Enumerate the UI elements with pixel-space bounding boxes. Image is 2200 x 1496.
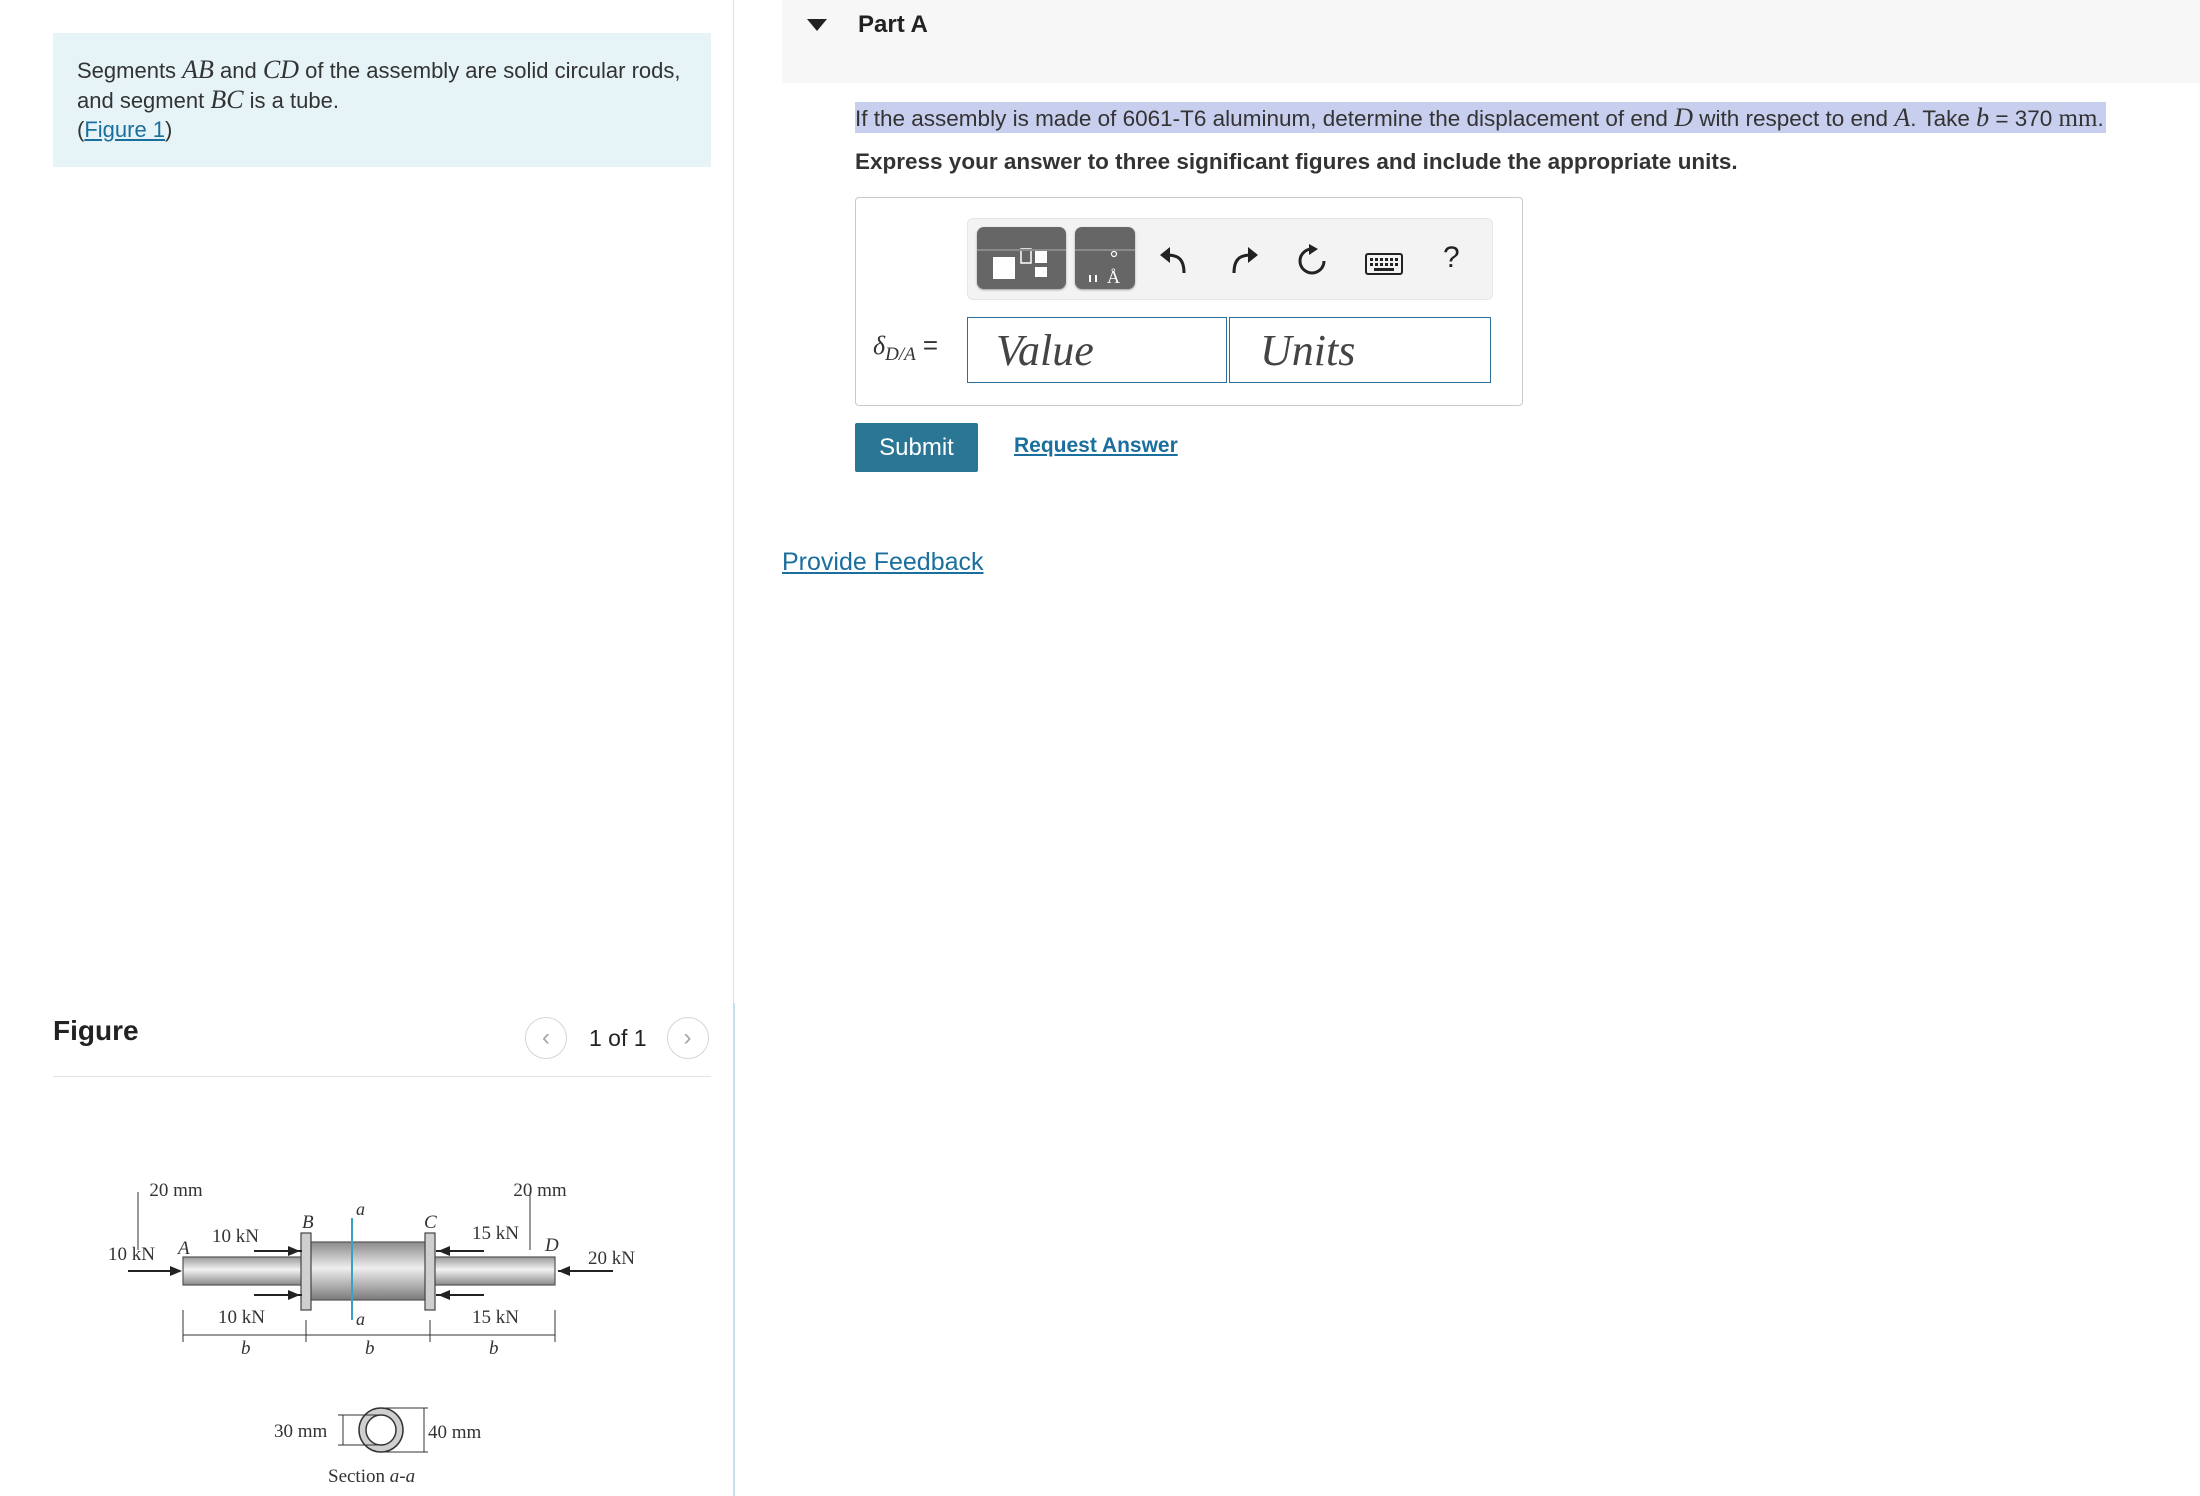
question-fragment: . Take bbox=[1910, 106, 1977, 131]
rod-cd bbox=[432, 1256, 556, 1286]
force-ab-top-label: 10 kN bbox=[212, 1226, 259, 1247]
part-title[interactable]: Part A bbox=[858, 11, 928, 39]
question-fragment: If the assembly is made of 6061-T6 alumi… bbox=[855, 106, 1675, 131]
provide-feedback-link[interactable]: Provide Feedback bbox=[782, 548, 984, 577]
rod-ab bbox=[182, 1256, 304, 1286]
figure-heading: Figure bbox=[53, 1015, 139, 1046]
point-c-label: C bbox=[424, 1212, 437, 1233]
units-button[interactable]: Å bbox=[1075, 227, 1135, 289]
section-caption-name: a-a bbox=[390, 1466, 415, 1487]
figure-pager: ‹ 1 of 1 › bbox=[525, 1016, 709, 1060]
figure-counter: 1 of 1 bbox=[589, 1024, 647, 1051]
inner-diameter-label: 30 mm bbox=[274, 1421, 328, 1442]
section-inner-circle bbox=[365, 1414, 397, 1446]
outer-diameter-label: 40 mm bbox=[428, 1422, 482, 1443]
assembly-figure: 20 mm 20 mm a a A B C D 10 kN 10 kN 10 k… bbox=[108, 1180, 635, 1487]
length-b-1: b bbox=[241, 1338, 251, 1359]
fraction-template-icon bbox=[993, 248, 1047, 279]
chevron-left-icon: ‹ bbox=[542, 1024, 550, 1051]
force-cd-bottom-label: 15 kN bbox=[472, 1307, 519, 1328]
delta-symbol: δ bbox=[873, 331, 886, 360]
question-fragment: . bbox=[2097, 106, 2104, 131]
section-caption: Section a-a bbox=[328, 1466, 415, 1487]
question-fragment: = 370 bbox=[1989, 106, 2059, 131]
equals-sign: = bbox=[915, 330, 939, 360]
paren-close: ) bbox=[165, 117, 173, 142]
section-mark-bottom: a bbox=[356, 1309, 365, 1329]
chevron-right-icon: › bbox=[683, 1024, 692, 1051]
delta-subscript: D/A bbox=[885, 344, 916, 366]
column-divider-highlight bbox=[733, 1003, 735, 1496]
problem-text: Segments bbox=[77, 58, 183, 83]
question-fragment: with respect to end bbox=[1692, 106, 1895, 131]
help-button[interactable]: ? bbox=[1443, 241, 1460, 275]
units-input[interactable] bbox=[1229, 317, 1491, 383]
force-ab-bottom-label: 10 kN bbox=[218, 1307, 265, 1328]
reset-icon[interactable] bbox=[1294, 243, 1330, 279]
segment-bc: BC bbox=[210, 85, 244, 114]
force-cd-top-label: 15 kN bbox=[472, 1223, 519, 1244]
figure-link[interactable]: Figure 1 bbox=[84, 117, 165, 142]
problem-text: is a tube. bbox=[243, 88, 339, 113]
redo-icon[interactable] bbox=[1226, 245, 1260, 277]
template-button[interactable] bbox=[977, 227, 1066, 289]
answer-variable-label: δD/A = bbox=[873, 330, 938, 366]
figure-divider bbox=[53, 1076, 711, 1077]
svg-text:Å: Å bbox=[1107, 267, 1120, 287]
next-figure-button[interactable]: › bbox=[666, 1017, 709, 1059]
math-toolbar: Å ? bbox=[967, 218, 1493, 300]
question-end-d: D bbox=[1674, 103, 1693, 132]
segment-ab: AB bbox=[182, 55, 214, 84]
dim-right-label: 20 mm bbox=[513, 1180, 567, 1201]
point-d-label: D bbox=[544, 1235, 559, 1256]
section-caption-prefix: Section bbox=[328, 1466, 390, 1487]
point-b-label: B bbox=[302, 1212, 314, 1233]
length-b-3: b bbox=[489, 1338, 499, 1359]
force-left-outer-label: 10 kN bbox=[108, 1244, 155, 1265]
point-a-label: A bbox=[176, 1238, 190, 1259]
force-right-label: 20 kN bbox=[588, 1248, 635, 1269]
keyboard-icon[interactable] bbox=[1365, 253, 1403, 275]
flange-b bbox=[300, 1232, 312, 1311]
segment-cd: CD bbox=[262, 55, 299, 84]
caret-down-icon[interactable] bbox=[807, 19, 827, 31]
prev-figure-button[interactable]: ‹ bbox=[525, 1017, 567, 1059]
length-b-2: b bbox=[365, 1338, 375, 1359]
value-input[interactable] bbox=[967, 317, 1227, 383]
problem-text: and bbox=[213, 58, 263, 83]
submit-button[interactable]: Submit bbox=[855, 423, 978, 472]
flange-c bbox=[424, 1232, 436, 1311]
question-text: If the assembly is made of 6061-T6 alumi… bbox=[855, 102, 2106, 133]
dim-left-label: 20 mm bbox=[149, 1180, 203, 1201]
units-template-icon: Å bbox=[1089, 250, 1120, 287]
tube-bc bbox=[308, 1241, 428, 1301]
question-var-b: b bbox=[1976, 103, 1990, 132]
question-end-a: A bbox=[1894, 103, 1911, 132]
question-unit: mm bbox=[2058, 105, 2098, 132]
request-answer-link[interactable]: Request Answer bbox=[1014, 434, 1178, 458]
problem-statement: Segments AB and CD of the assembly are s… bbox=[53, 33, 711, 167]
answer-instruction: Express your answer to three significant… bbox=[855, 149, 1738, 174]
undo-icon[interactable] bbox=[1158, 245, 1192, 277]
section-mark-top: a bbox=[356, 1199, 365, 1219]
part-header[interactable] bbox=[782, 0, 2200, 83]
